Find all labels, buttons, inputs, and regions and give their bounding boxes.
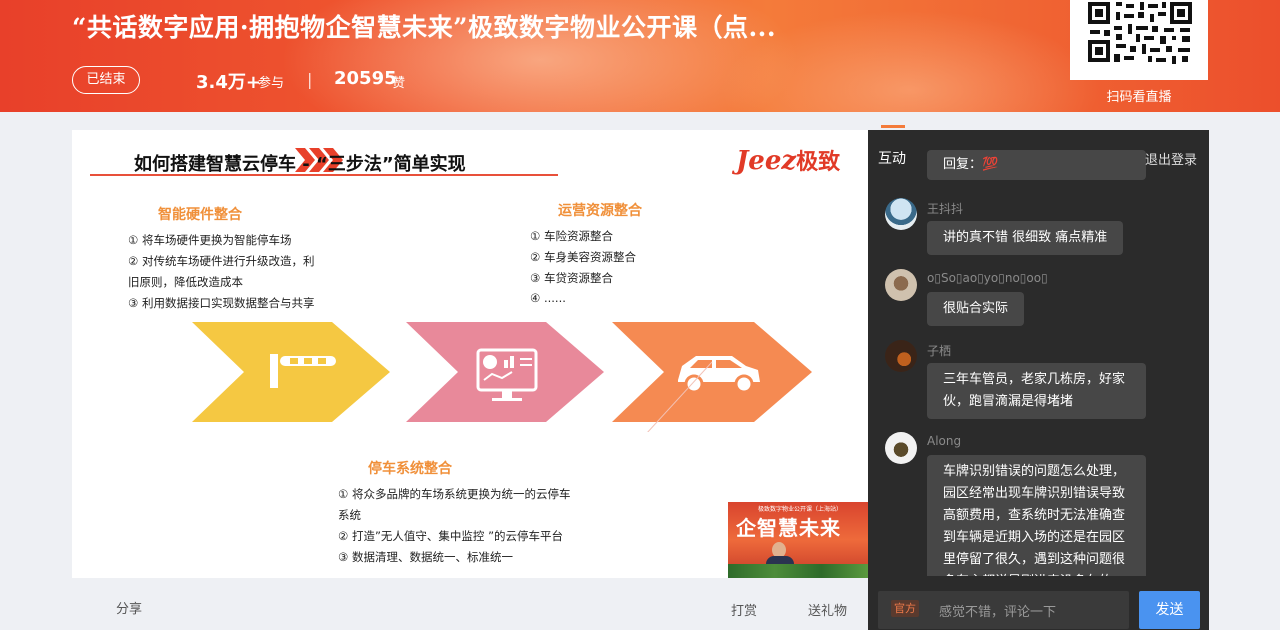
chat-bubble: 很贴合实际 xyxy=(927,292,1025,326)
list-item: ② 打造”无人值守、集中监控 ”的云停车平台 xyxy=(338,529,564,543)
gift-button[interactable]: 送礼物 xyxy=(808,600,847,619)
likes-label: 赞 xyxy=(392,76,406,91)
logo-latin: Jeez xyxy=(736,146,797,176)
chat-bubble: 车牌识别错误的问题怎么处理，园区经常出现车牌识别错误导致高额费用，查系统时无法准… xyxy=(927,455,1146,576)
chat-message-list[interactable]: 回复：💯 王抖抖 讲的真不错 很细致 痛点精准 o▯So▯ao▯yo▯no▯oo… xyxy=(868,150,1209,576)
page-title: “共话数字应用·拥抱物企智慧未来”极致数字物业公开课（点... xyxy=(72,13,777,42)
qr-label: 扫码看直播 xyxy=(1106,90,1172,105)
likes-count: 20595 xyxy=(334,68,397,89)
list-item: ② 对传统车场硬件进行升级改造，利 xyxy=(128,254,315,268)
chat-bubble: 讲的真不错 很细致 痛点精准 xyxy=(927,221,1124,255)
arrow-step-1 xyxy=(192,322,390,422)
stage-plants xyxy=(728,564,868,578)
logout-link[interactable]: 退出登录 xyxy=(1145,149,1197,168)
list-item: 系统 xyxy=(338,508,361,522)
section-title-hardware: 智能硬件整合 xyxy=(158,207,242,223)
list-item: ① 将众多品牌的车场系统更换为统一的云停车 xyxy=(338,487,571,501)
list-item: ④ ...... xyxy=(530,291,566,305)
slide-title-underline xyxy=(90,174,558,176)
list-item: ① 车险资源整合 xyxy=(530,229,613,243)
list-item: ③ 车贷资源整合 xyxy=(530,271,613,285)
slide-player[interactable]: 如何搭建智慧云停车 - “三步法”简单实现 Jeez极致 智能硬件整合 ① 将车… xyxy=(72,130,868,578)
chat-bubble: 回复：💯 xyxy=(927,150,1146,180)
reward-button[interactable]: 打赏 xyxy=(731,600,757,619)
list-item: ③ 数据清理、数据统一、标准统一 xyxy=(338,550,513,564)
participants-count: 3.4万+ xyxy=(196,72,261,93)
chat-username: 王抖抖 xyxy=(927,202,964,216)
chat-bubble: 三年车管员，老家几栋房，好家伙，跑冒滴漏是得堵堵 xyxy=(927,363,1146,419)
qr-code-icon xyxy=(1086,0,1194,66)
official-badge: 官方 xyxy=(891,600,919,617)
tab-interaction[interactable]: 互动 xyxy=(878,148,906,168)
send-button[interactable]: 发送 xyxy=(1139,591,1200,629)
live-page: “共话数字应用·拥抱物企智慧未来”极致数字物业公开课（点... 已结束 3.4万… xyxy=(0,0,1280,630)
tab-indicator xyxy=(881,125,905,128)
list-item: ① 将车场硬件更换为智能停车场 xyxy=(128,233,292,247)
list-item: 旧原则，降低改造成本 xyxy=(128,275,243,289)
video-caption: 企智慧未来 xyxy=(736,516,841,540)
chat-username: o▯So▯ao▯yo▯no▯oo▯ xyxy=(927,271,1048,285)
avatar xyxy=(885,340,917,372)
speaker-video[interactable]: 极致数字物业公开课（上海站） 企智慧未来 xyxy=(728,502,868,578)
logo-cn: 极致 xyxy=(796,149,841,175)
share-button[interactable]: 分享 xyxy=(116,598,142,617)
avatar xyxy=(885,198,917,230)
avatar xyxy=(885,432,917,464)
qr-code xyxy=(1070,0,1208,80)
avatar xyxy=(885,269,917,301)
section-title-parking-system: 停车系统整合 xyxy=(368,461,452,477)
list-item: ③ 利用数据接口实现数据整合与共享 xyxy=(128,296,315,310)
section-title-operations: 运营资源整合 xyxy=(558,203,642,219)
slide-title: 如何搭建智慧云停车 - “三步法”简单实现 xyxy=(134,154,466,175)
arrow-step-2 xyxy=(406,322,604,422)
stat-separator: | xyxy=(307,70,313,89)
list-item: ② 车身美容资源整合 xyxy=(530,250,636,264)
status-badge: 已结束 xyxy=(72,66,140,94)
chat-username: Along xyxy=(927,434,962,448)
jeez-logo: Jeez极致 xyxy=(736,144,840,176)
participants-label: 参与 xyxy=(258,76,285,91)
process-arrows xyxy=(192,322,812,432)
comment-input-placeholder[interactable]: 感觉不错，评论一下 xyxy=(939,601,1056,620)
chat-username: 子栖 xyxy=(927,344,952,358)
